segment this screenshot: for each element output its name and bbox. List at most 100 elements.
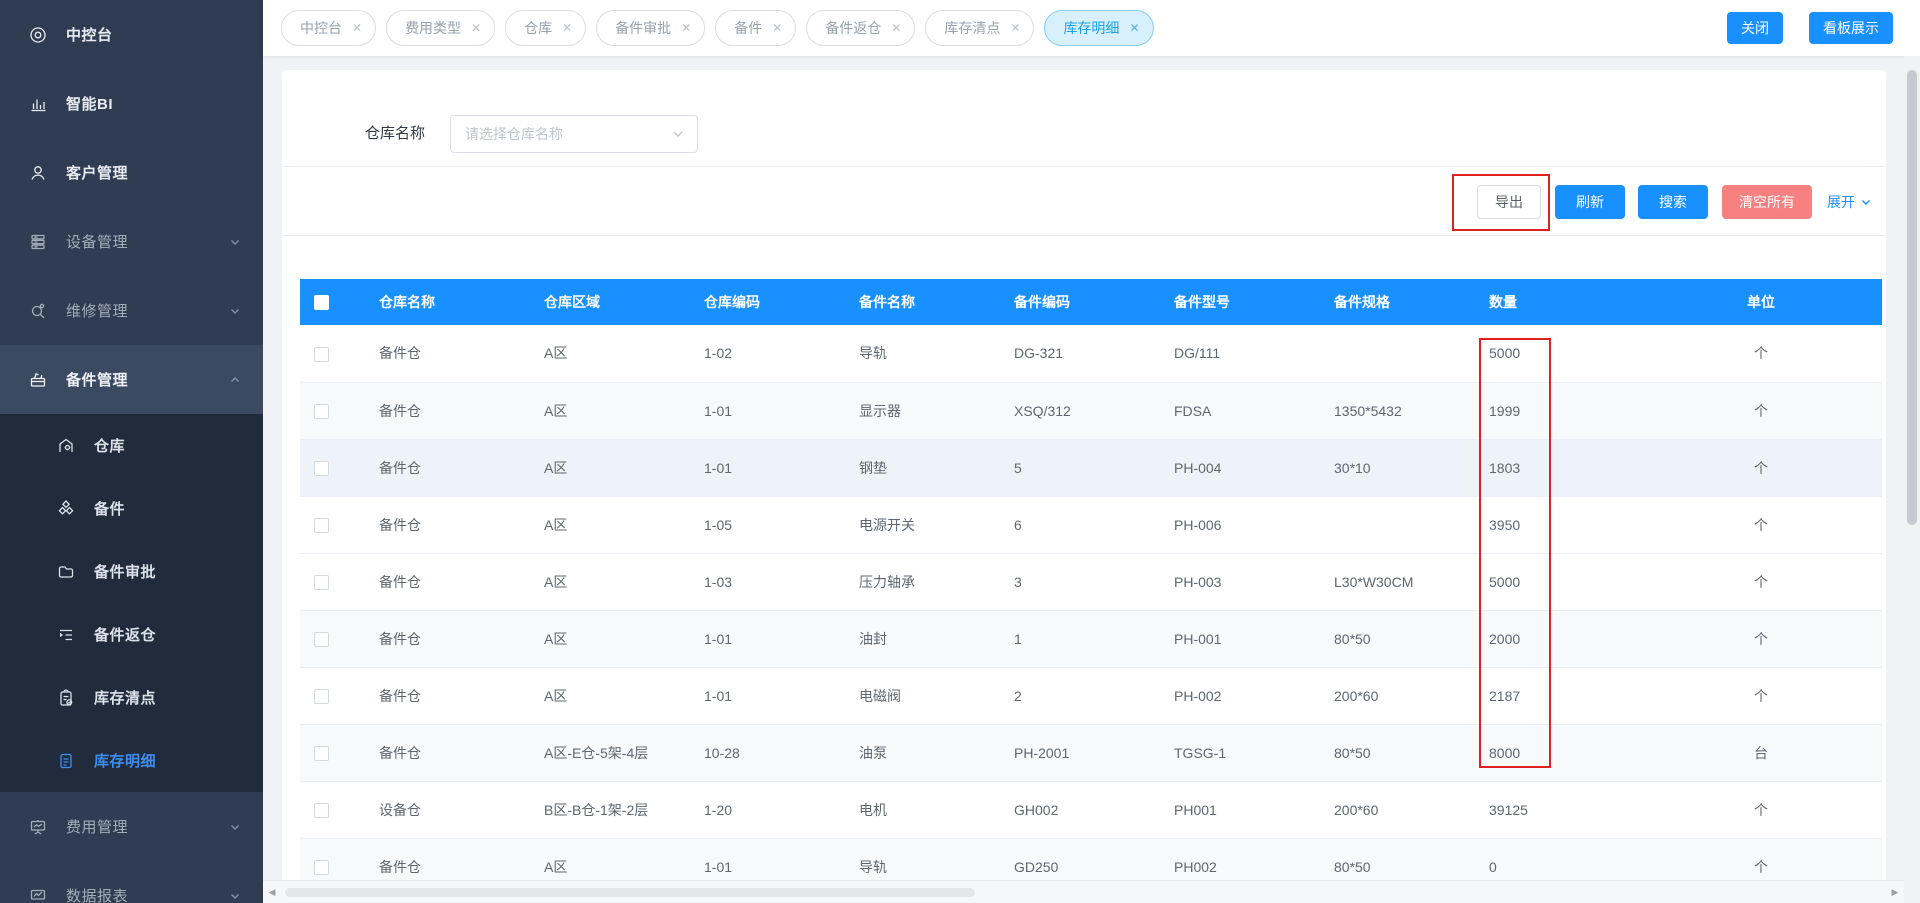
row-checkbox[interactable]	[314, 517, 329, 533]
sidebar-item-data-report[interactable]: 数据报表	[0, 861, 263, 903]
clipboard-check-icon	[56, 688, 76, 708]
export-button[interactable]: 导出	[1477, 185, 1541, 219]
sidebar-item-stock-count[interactable]: 库存清点	[0, 666, 263, 729]
content-card: 仓库名称 请选择仓库名称 导出 刷新 搜索 清空所有 展开 仓库名称 仓库区域 …	[282, 70, 1886, 903]
sidebar: 中控台 智能BI 客户管理 设备管理 维修管理 备件管理 仓库 备件 备件审批 …	[0, 0, 263, 903]
main-content: 仓库名称 请选择仓库名称 导出 刷新 搜索 清空所有 展开 仓库名称 仓库区域 …	[263, 56, 1920, 903]
tab-bar: 中控台 ✕ 费用类型 ✕ 仓库 ✕ 备件审批 ✕ 备件 ✕ 备件返仓 ✕ 库存清点 ✕ 库存明…	[263, 0, 1920, 56]
row-checkbox[interactable]	[314, 403, 329, 419]
document-icon	[56, 751, 76, 771]
table-row[interactable]: 设备仓 B区-B仓-1架-2层 1-20 电机 GH002 PH001 200*60 3912…	[300, 781, 1882, 839]
col-unit: 单位	[1640, 279, 1882, 325]
table-row[interactable]: 备件仓 A区 1-01 显示器 XSQ/312 FDSA 1350*5432 1999 个	[300, 382, 1882, 440]
folder-icon	[56, 562, 76, 582]
tab-spare-parts[interactable]: 备件 ✕	[715, 10, 797, 46]
sidebar-item-parts-return[interactable]: 备件返仓	[0, 603, 263, 666]
close-icon[interactable]: ✕	[1010, 22, 1020, 34]
col-quantity: 数量	[1475, 279, 1640, 325]
warehouse-name-select[interactable]: 请选择仓库名称	[450, 115, 698, 153]
close-button[interactable]: 关闭	[1727, 12, 1783, 44]
close-icon[interactable]: ✕	[1129, 22, 1139, 34]
close-icon[interactable]: ✕	[352, 22, 362, 34]
chevron-down-icon	[229, 236, 241, 248]
tab-stock-detail[interactable]: 库存明细 ✕	[1044, 10, 1154, 46]
sidebar-item-spare-parts[interactable]: 备件	[0, 477, 263, 540]
table-row[interactable]: 备件仓 A区 1-03 压力轴承 3 PH-003 L30*W30CM 5000 个	[300, 553, 1882, 611]
chevron-down-icon	[229, 821, 241, 833]
row-checkbox[interactable]	[314, 688, 329, 704]
scroll-left-arrow-icon[interactable]: ◀	[263, 881, 281, 903]
chevron-down-icon	[671, 127, 685, 141]
vertical-scrollbar[interactable]	[1904, 56, 1920, 903]
tab-parts-return[interactable]: 备件返仓 ✕	[806, 10, 916, 46]
scroll-right-arrow-icon[interactable]: ▶	[1886, 881, 1904, 903]
console-icon	[28, 25, 48, 45]
row-checkbox[interactable]	[314, 745, 329, 761]
sidebar-item-spare-parts-mgmt[interactable]: 备件管理	[0, 345, 263, 414]
select-all-checkbox[interactable]	[314, 295, 329, 311]
vertical-scrollbar-handle[interactable]	[1907, 70, 1917, 525]
close-icon[interactable]: ✕	[471, 22, 481, 34]
horizontal-scrollbar-handle[interactable]	[285, 888, 975, 897]
tab-console[interactable]: 中控台 ✕	[281, 10, 377, 46]
chevron-down-icon	[1862, 200, 1870, 205]
row-checkbox[interactable]	[314, 802, 329, 818]
col-warehouse-name: 仓库名称	[365, 279, 530, 325]
tab-parts-approval[interactable]: 备件审批 ✕	[596, 10, 706, 46]
sidebar-item-console[interactable]: 中控台	[0, 0, 263, 69]
sidebar-item-expense-mgmt[interactable]: 费用管理	[0, 792, 263, 861]
row-checkbox[interactable]	[314, 574, 329, 590]
col-part-model: 备件型号	[1160, 279, 1320, 325]
board-display-button[interactable]: 看板展示	[1809, 12, 1893, 44]
warehouse-name-label: 仓库名称	[365, 125, 426, 142]
row-checkbox[interactable]	[314, 859, 329, 875]
toolbox-icon	[28, 370, 48, 390]
bi-chart-icon	[28, 94, 48, 114]
sidebar-item-warehouse[interactable]: 仓库	[0, 414, 263, 477]
table-row[interactable]: 备件仓 A区 1-02 导轨 DG-321 DG/111 5000 个	[300, 325, 1882, 383]
customer-icon	[28, 163, 48, 183]
presentation-board-icon	[28, 817, 48, 837]
expand-toggle[interactable]: 展开	[1827, 185, 1872, 219]
close-icon[interactable]: ✕	[772, 22, 782, 34]
col-part-name: 备件名称	[845, 279, 1000, 325]
select-placeholder: 请选择仓库名称	[465, 126, 563, 142]
chevron-down-icon	[229, 890, 241, 902]
table-row[interactable]: 备件仓 A区-E仓-5架-4层 10-28 油泵 PH-2001 TGSG-1 80*50 8…	[300, 724, 1882, 782]
table-row[interactable]: 备件仓 A区 1-01 油封 1 PH-001 80*50 2000 个	[300, 610, 1882, 668]
sidebar-item-parts-approval[interactable]: 备件审批	[0, 540, 263, 603]
table-row[interactable]: 备件仓 A区 1-05 电源开关 6 PH-006 3950 个	[300, 496, 1882, 554]
sidebar-item-device-mgmt[interactable]: 设备管理	[0, 207, 263, 276]
tab-expense-type[interactable]: 费用类型 ✕	[386, 10, 496, 46]
table-row[interactable]: 备件仓 A区 1-01 电磁阀 2 PH-002 200*60 2187 个	[300, 667, 1882, 725]
row-checkbox[interactable]	[314, 631, 329, 647]
clear-all-button[interactable]: 清空所有	[1722, 185, 1812, 219]
table-row[interactable]: 备件仓 A区 1-01 钢垫 5 PH-004 30*10 1803 个	[300, 439, 1882, 497]
close-icon[interactable]: ✕	[681, 22, 691, 34]
tab-warehouse[interactable]: 仓库 ✕	[505, 10, 587, 46]
search-button[interactable]: 搜索	[1638, 185, 1708, 219]
sidebar-submenu: 仓库 备件 备件审批 备件返仓 库存清点 库存明细	[0, 414, 263, 792]
row-checkbox[interactable]	[314, 346, 329, 362]
row-checkbox[interactable]	[314, 460, 329, 476]
refresh-button[interactable]: 刷新	[1555, 185, 1625, 219]
close-icon[interactable]: ✕	[891, 22, 901, 34]
warehouse-icon	[56, 436, 76, 456]
repair-icon	[28, 301, 48, 321]
divider	[282, 235, 1886, 236]
col-part-spec: 备件规格	[1320, 279, 1475, 325]
col-part-code: 备件编码	[1000, 279, 1160, 325]
chevron-down-icon	[229, 305, 241, 317]
col-warehouse-area: 仓库区域	[530, 279, 690, 325]
sidebar-item-repair-mgmt[interactable]: 维修管理	[0, 276, 263, 345]
horizontal-scrollbar[interactable]: ◀ ▶	[263, 880, 1904, 903]
sidebar-item-smart-bi[interactable]: 智能BI	[0, 69, 263, 138]
table-header-row: 仓库名称 仓库区域 仓库编码 备件名称 备件编码 备件型号 备件规格 数量 单位	[300, 279, 1882, 325]
inventory-table: 仓库名称 仓库区域 仓库编码 备件名称 备件编码 备件型号 备件规格 数量 单位	[300, 279, 1882, 896]
app-screen: 中控台 智能BI 客户管理 设备管理 维修管理 备件管理 仓库 备件 备件审批 …	[0, 0, 1920, 903]
tab-stock-count[interactable]: 库存清点 ✕	[925, 10, 1035, 46]
close-icon[interactable]: ✕	[562, 22, 572, 34]
sidebar-item-stock-detail[interactable]: 库存明细	[0, 729, 263, 792]
sidebar-item-customer-mgmt[interactable]: 客户管理	[0, 138, 263, 207]
report-chart-icon	[28, 886, 48, 903]
